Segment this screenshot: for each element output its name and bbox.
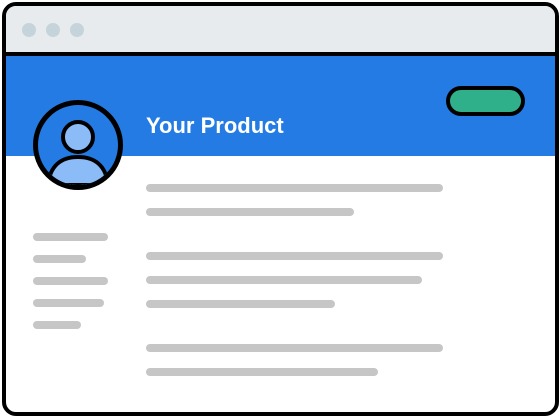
sidebar-placeholder-line — [33, 255, 86, 263]
window-titlebar — [6, 6, 555, 56]
content-placeholder-line — [146, 276, 422, 284]
content-placeholder-line — [146, 208, 354, 216]
window-control-maximize[interactable] — [70, 23, 84, 37]
content-placeholder-line — [146, 368, 378, 376]
window-control-close[interactable] — [22, 23, 36, 37]
browser-window: Your Product — [2, 2, 559, 416]
content-placeholder-line — [146, 300, 335, 308]
content-placeholder-line — [146, 184, 443, 192]
sidebar-placeholder-line — [33, 321, 81, 329]
page-title: Your Product — [146, 113, 284, 138]
user-avatar-icon[interactable] — [33, 100, 123, 190]
action-button[interactable] — [446, 86, 525, 116]
sidebar-placeholder-line — [33, 299, 104, 307]
content-placeholder-line — [146, 344, 443, 352]
window-control-minimize[interactable] — [46, 23, 60, 37]
sidebar-placeholder-line — [33, 277, 108, 285]
user-silhouette-icon — [46, 120, 110, 185]
sidebar-placeholder-line — [33, 233, 108, 241]
content-placeholder-line — [146, 252, 443, 260]
